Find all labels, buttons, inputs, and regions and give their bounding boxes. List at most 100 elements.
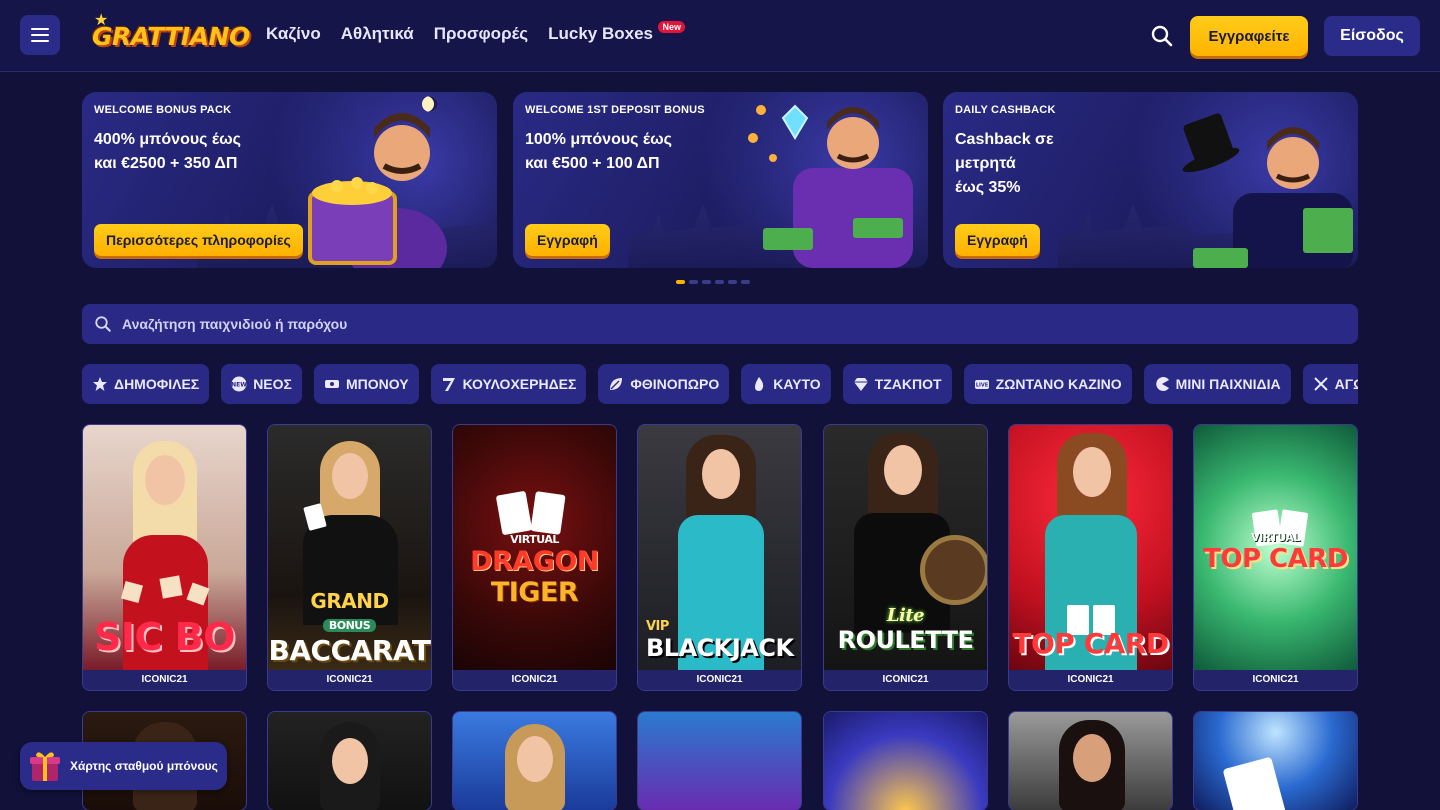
logo[interactable]: ★ GRATTIANO xyxy=(92,12,250,56)
game-provider: ICONIC21 xyxy=(268,670,431,690)
carousel-dots xyxy=(676,280,750,284)
game-tile[interactable] xyxy=(1193,711,1358,810)
game-art xyxy=(453,712,616,810)
category-label: ΚΑΥΤΟ xyxy=(773,376,821,392)
category-hot[interactable]: ΚΑΥΤΟ xyxy=(741,364,831,404)
diamond-icon xyxy=(853,378,868,391)
promo-banner-cashback[interactable]: DAILY CASHBACK Cashback σε μετρητά έως 3… xyxy=(943,92,1358,268)
svg-text:NEW: NEW xyxy=(231,382,247,389)
banner-title: Cashback σε μετρητά έως 35% xyxy=(955,131,1054,196)
carousel-dot[interactable] xyxy=(728,280,737,284)
game-art xyxy=(824,712,987,810)
promo-banner-first-deposit[interactable]: WELCOME 1ST DEPOSIT BONUS 100% μπόνους έ… xyxy=(513,92,928,268)
game-title: Lite ROULETTE xyxy=(837,605,974,654)
category-label: ΚΟΥΛΟΧΕΡΗΔΕΣ xyxy=(462,376,577,392)
nav-promotions[interactable]: Προσφορές xyxy=(434,24,528,44)
bonus-icon xyxy=(324,380,339,388)
game-art xyxy=(1194,712,1357,810)
game-tile-top-card[interactable]: TOP CARD ICONIC21 xyxy=(1008,424,1173,691)
promo-banner-welcome-pack[interactable]: WELCOME BONUS PACK 400% μπόνους έως και … xyxy=(82,92,497,268)
mascot-with-treasure-chest xyxy=(308,113,447,268)
game-provider: ICONIC21 xyxy=(1194,670,1357,690)
mascot-with-diamond xyxy=(748,104,913,268)
game-tile-sic-bo[interactable]: SIC BO ICONIC21 xyxy=(82,424,247,691)
game-tile[interactable] xyxy=(267,711,432,810)
game-tile-lite-roulette[interactable]: Lite ROULETTE ICONIC21 xyxy=(823,424,988,691)
game-tile-virtual-top-card[interactable]: VIRTUAL TOP CARD ICONIC21 xyxy=(1193,424,1358,691)
top-header: ★ GRATTIANO Καζίνο Αθλητικά Προσφορές Lu… xyxy=(0,0,1440,72)
category-label: ΤΖΑΚΠΟΤ xyxy=(874,376,942,392)
game-tile[interactable] xyxy=(1008,711,1173,810)
category-popular[interactable]: ΔΗΜΟΦΙΛΕΣ xyxy=(82,364,210,404)
slot-seven-icon xyxy=(442,378,455,391)
register-button[interactable]: Εγγραφείτε xyxy=(1190,16,1308,56)
banner-title: 100% μπόνους έως και €500 + 100 ΔΠ xyxy=(525,131,672,172)
game-provider: ICONIC21 xyxy=(453,670,616,690)
flame-icon xyxy=(755,377,764,391)
category-label: ΜΙΝΙ ΠΑΙΧΝΙΔΙΑ xyxy=(1175,376,1281,392)
nav-casino[interactable]: Καζίνο xyxy=(266,24,321,44)
crossed-swords-icon xyxy=(1313,377,1328,391)
game-tile[interactable] xyxy=(637,711,802,810)
menu-bar xyxy=(31,40,49,42)
carousel-dot[interactable] xyxy=(702,280,711,284)
banner-tag: DAILY CASHBACK xyxy=(955,104,1056,116)
category-label: ΜΠΟΝΟΥ xyxy=(345,376,409,392)
category-label: ΖΩΝΤΑΝΟ ΚΑΖΙΝΟ xyxy=(995,376,1122,392)
game-tile-virtual-dragon-tiger[interactable]: VIRTUAL DRAGON TIGER ICONIC21 xyxy=(452,424,617,691)
carousel-dot[interactable] xyxy=(715,280,724,284)
hamburger-menu-button[interactable] xyxy=(20,15,60,55)
gift-box-icon xyxy=(30,752,60,781)
nav-sports[interactable]: Αθλητικά xyxy=(341,24,414,44)
more-info-button[interactable]: Περισσότερες πληροφορίες xyxy=(94,224,303,256)
game-title: VIRTUAL DRAGON TIGER xyxy=(470,533,599,608)
game-title: GRAND BONUS BACCARAT xyxy=(268,589,431,667)
game-tile-vip-blackjack[interactable]: VIP BLACKJACK ICONIC21 xyxy=(637,424,802,691)
mascot-with-top-hat xyxy=(1182,113,1353,268)
category-mini-games[interactable]: ΜΙΝΙ ΠΑΙΧΝΙΔΙΑ xyxy=(1143,364,1291,404)
game-search-bar[interactable] xyxy=(82,304,1358,344)
game-title: VIP BLACKJACK xyxy=(646,619,794,662)
category-autumn[interactable]: ΦΘΙΝΟΠΩΡΟ xyxy=(598,364,730,404)
carousel-dot[interactable] xyxy=(689,280,698,284)
game-title: VIRTUAL TOP CARD xyxy=(1203,531,1348,574)
nav-lucky-boxes[interactable]: Lucky Boxes New xyxy=(548,21,685,44)
banner-tag: WELCOME BONUS PACK xyxy=(94,104,232,116)
game-provider: ICONIC21 xyxy=(824,670,987,690)
carousel-dot[interactable] xyxy=(741,280,750,284)
category-label: ΑΓΩΝ xyxy=(1334,376,1358,392)
register-cta-button[interactable]: Εγγραφή xyxy=(525,224,610,256)
game-tile[interactable] xyxy=(452,711,617,810)
nav-lucky-boxes-label: Lucky Boxes xyxy=(548,24,653,43)
category-jackpot[interactable]: ΤΖΑΚΠΟΤ xyxy=(842,364,952,404)
category-bonus[interactable]: ΜΠΟΝΟΥ xyxy=(313,364,419,404)
game-art xyxy=(638,712,801,810)
category-label: ΝΕΟΣ xyxy=(253,376,292,392)
category-tournaments[interactable]: ΑΓΩΝ xyxy=(1302,364,1358,404)
new-badge: New xyxy=(658,21,685,33)
live-icon: LIVE xyxy=(974,380,989,389)
bonus-station-map-label: Χάρτης σταθμού μπόνους xyxy=(70,759,218,773)
pacman-icon xyxy=(1155,377,1169,391)
game-tile[interactable] xyxy=(823,711,988,810)
banner-title: 400% μπόνους έως και €2500 + 350 ΔΠ xyxy=(94,131,241,172)
game-title: SIC BO xyxy=(94,615,235,659)
search-icon xyxy=(95,316,111,332)
login-button[interactable]: Είσοδος xyxy=(1324,16,1420,56)
carousel-dot[interactable] xyxy=(676,280,685,284)
leaf-icon xyxy=(610,378,623,390)
main-nav: Καζίνο Αθλητικά Προσφορές Lucky Boxes Ne… xyxy=(266,21,685,44)
search-icon[interactable] xyxy=(1150,24,1174,48)
category-new[interactable]: NEW ΝΕΟΣ xyxy=(221,364,302,404)
category-slots[interactable]: ΚΟΥΛΟΧΕΡΗΔΕΣ xyxy=(430,364,587,404)
bonus-station-map-button[interactable]: Χάρτης σταθμού μπόνους xyxy=(20,742,227,790)
game-provider: ICONIC21 xyxy=(638,670,801,690)
game-tile-grand-bonus-baccarat[interactable]: GRAND BONUS BACCARAT ICONIC21 xyxy=(267,424,432,691)
category-live-casino[interactable]: LIVE ΖΩΝΤΑΝΟ ΚΑΖΙΝΟ xyxy=(963,364,1132,404)
register-cta-button[interactable]: Εγγραφή xyxy=(955,224,1040,256)
svg-text:LIVE: LIVE xyxy=(975,383,988,389)
game-title: TOP CARD xyxy=(1012,627,1169,660)
game-search-input[interactable] xyxy=(122,316,1322,332)
menu-bar xyxy=(31,28,49,30)
game-provider: ICONIC21 xyxy=(1009,670,1172,690)
